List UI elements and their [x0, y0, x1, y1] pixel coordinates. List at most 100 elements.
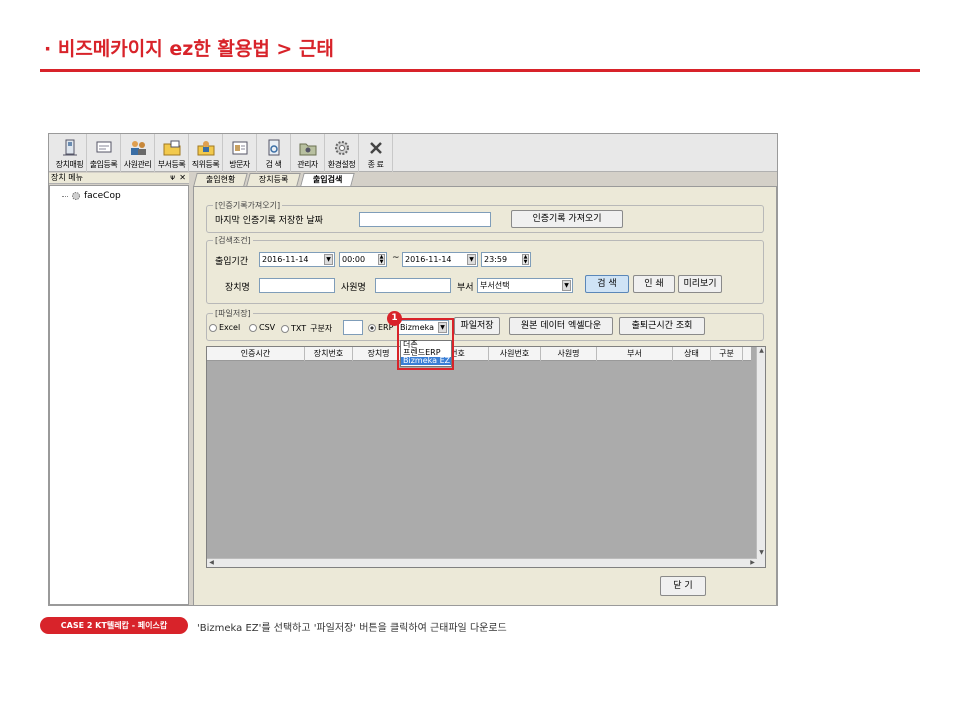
column-header[interactable]: 부서 [597, 347, 673, 361]
date-from-picker[interactable]: 2016-11-14 ▼ [259, 252, 335, 267]
tab-entry-search[interactable]: 출입검색 [300, 173, 356, 186]
radio-excel[interactable]: Excel [209, 323, 240, 332]
toolbar-entry-register-button[interactable]: 출입등록 [87, 134, 121, 172]
scroll-up-icon[interactable]: ▲ [757, 347, 766, 356]
radio-txt[interactable]: TXT 구분자 [281, 323, 332, 334]
close-icon [369, 142, 382, 154]
toolbar-label: 장치매핑 [55, 160, 84, 169]
tab-label: 출입현황 [205, 175, 236, 184]
radio-dot-selected [368, 323, 376, 332]
toolbar-label: 환경설정 [327, 160, 356, 169]
last-saved-field[interactable] [359, 212, 491, 227]
toolbar-visitor-button[interactable]: 방문자 [223, 134, 257, 172]
scroll-right-icon[interactable]: ▶ [748, 559, 757, 568]
toolbar-label: 방문자 [229, 160, 250, 169]
preview-button[interactable]: 미리보기 [678, 275, 722, 293]
admin-icon [299, 143, 316, 156]
toolbar-exit-button[interactable]: 종 료 [359, 134, 393, 172]
column-header[interactable]: 사원명 [541, 347, 597, 361]
device-label: 장치명 [225, 283, 250, 293]
sidebar-close-icon[interactable]: ✕ [179, 173, 186, 183]
radio-dot [209, 323, 217, 332]
auth-group: [인증기록가져오기] 마지막 인증기록 저장한 날짜 인증기록 가져오기 [206, 200, 764, 233]
time-from-spinner[interactable]: 00:00 ▲ ▼ [339, 252, 387, 267]
column-header[interactable]: 인증시간 [207, 347, 305, 361]
toolbar-label: 부서등록 [157, 160, 186, 169]
tree-item-facecop[interactable]: faceCop [62, 191, 121, 201]
tab-entry-status[interactable]: 출입현황 [193, 173, 249, 186]
toolbar-search-button[interactable]: 검 색 [257, 134, 291, 172]
radio-dot [249, 323, 257, 332]
date-to-picker[interactable]: 2016-11-14 ▼ [402, 252, 478, 267]
file-group-title: [파일저장] [213, 308, 253, 319]
tree-connector [62, 195, 68, 197]
attendance-query-button[interactable]: 출퇴근시간 조회 [619, 317, 705, 335]
device-input[interactable] [259, 278, 335, 293]
entry-icon [96, 141, 111, 153]
column-header[interactable]: 상태 [673, 347, 711, 361]
dept-label: 부서 [457, 283, 474, 293]
scroll-left-icon[interactable]: ◀ [207, 559, 216, 568]
caption-text: 'Bizmeka EZ'를 선택하고 '파일저장' 버튼을 클릭하여 근태파일 … [197, 623, 507, 634]
toolbar-position-register-button[interactable]: 직위등록 [189, 134, 223, 172]
radio-label: TXT [291, 324, 307, 333]
toolbar-label: 직위등록 [191, 160, 220, 169]
tab-label: 장치등록 [259, 175, 289, 184]
position-icon [197, 141, 214, 156]
employee-input[interactable] [375, 278, 451, 293]
column-header[interactable]: 구분 [711, 347, 743, 361]
toolbar-label: 출입등록 [89, 160, 118, 169]
pin-icon[interactable]: ᴪ [170, 173, 175, 183]
tab-label: 출입검색 [312, 175, 343, 184]
period-label: 출입기간 [215, 257, 249, 267]
search-group-title: [검색조건] [213, 235, 253, 246]
export-raw-excel-button[interactable]: 원본 데이터 엑셀다운 [509, 317, 613, 335]
page-title: · 비즈메카이지 ez한 활용법 > 근태 [44, 38, 334, 60]
search-group: [검색조건] 출입기간 2016-11-14 ▼ 00:00 ▲ ▼ ~ 2016-1… [206, 235, 764, 304]
fetch-records-button[interactable]: 인증기록 가져오기 [511, 210, 623, 228]
column-header[interactable]: 사원번호 [489, 347, 541, 361]
grid-header: 인증시간 장치번호 장치명 사용자번호 사원번호 사원명 부서 상태 구분 [207, 347, 751, 361]
results-grid[interactable]: 인증시간 장치번호 장치명 사용자번호 사원번호 사원명 부서 상태 구분 ▲ … [206, 346, 766, 568]
toolbar-label: 검 색 [265, 160, 282, 169]
horizontal-scrollbar[interactable]: ◀ ▶ [207, 558, 757, 567]
separator-label: 구분자 [310, 324, 333, 333]
sidebar-header: 장치 메뉴 ᴪ ✕ [49, 173, 189, 184]
dept-select[interactable]: 부서선택 ▼ [477, 278, 573, 293]
app-window: 장치매핑 출입등록 사원관리 부서등록 직위등록 방문자 검 색 관리자 환경설… [48, 133, 778, 606]
save-file-button[interactable]: 파일저장 [454, 317, 500, 335]
radio-label: Excel [219, 323, 241, 332]
scroll-down-icon[interactable]: ▼ [757, 549, 766, 558]
print-button[interactable]: 인 쇄 [633, 275, 675, 293]
column-header[interactable]: 장치번호 [305, 347, 353, 361]
vertical-scrollbar[interactable]: ▲ ▼ [756, 347, 765, 567]
date-from-value: 2016-11-14 [262, 255, 309, 264]
title-divider [40, 69, 920, 72]
chevron-down-icon[interactable]: ▼ [467, 254, 476, 265]
toolbar-device-mapping-button[interactable]: 장치매핑 [53, 134, 87, 172]
chevron-down-icon[interactable]: ▼ [562, 280, 571, 291]
toolbar-settings-button[interactable]: 환경설정 [325, 134, 359, 172]
toolbar-employee-button[interactable]: 사원관리 [121, 134, 155, 172]
time-to-spinner[interactable]: 23:59 ▲ ▼ [481, 252, 531, 267]
step-badge: 1 [387, 311, 402, 326]
radio-csv[interactable]: CSV [249, 323, 275, 332]
spinner-icon[interactable]: ▲ ▼ [522, 254, 529, 265]
toolbar-admin-button[interactable]: 관리자 [291, 134, 325, 172]
device-icon [62, 139, 77, 156]
auth-group-title: [인증기록가져오기] [213, 200, 283, 211]
close-button[interactable]: 닫 기 [660, 576, 706, 596]
users-icon [130, 141, 146, 155]
device-node-icon [72, 192, 80, 200]
search-button[interactable]: 검 색 [585, 275, 629, 293]
visitor-icon [232, 141, 247, 155]
spinner-icon[interactable]: ▲ ▼ [378, 254, 385, 265]
last-saved-label: 마지막 인증기록 저장한 날짜 [215, 216, 323, 226]
separator-input[interactable] [343, 320, 363, 335]
case-badge: CASE 2 KT텔레캅 - 페이스캅 [40, 617, 188, 634]
tab-device-register[interactable]: 장치등록 [246, 173, 302, 186]
time-from-value: 00:00 [342, 255, 366, 264]
toolbar-dept-register-button[interactable]: 부서등록 [155, 134, 189, 172]
chevron-down-icon[interactable]: ▼ [324, 254, 333, 265]
toolbar-label: 종 료 [367, 160, 384, 169]
